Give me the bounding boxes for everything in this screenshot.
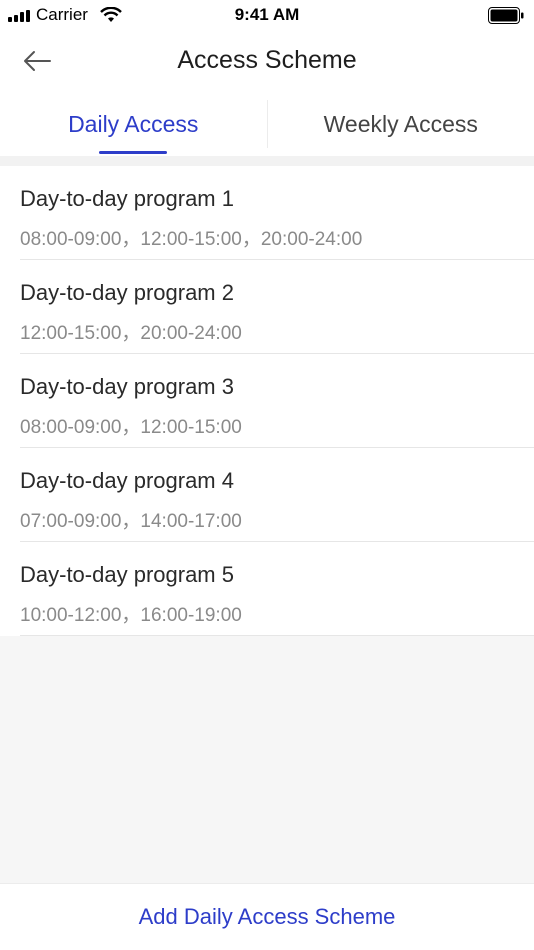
tab-daily-access[interactable]: Daily Access bbox=[0, 92, 267, 156]
program-title: Day-to-day program 1 bbox=[20, 186, 234, 211]
section-gap bbox=[0, 156, 534, 166]
list-item[interactable]: Day-to-day program 5 10:00-12:00，16:00-1… bbox=[20, 542, 534, 636]
program-title: Day-to-day program 3 bbox=[20, 374, 234, 399]
program-times: 12:00-15:00，20:00-24:00 bbox=[20, 323, 242, 344]
program-times: 07:00-09:00，14:00-17:00 bbox=[20, 511, 242, 532]
list-item[interactable]: Day-to-day program 4 07:00-09:00，14:00-1… bbox=[20, 448, 534, 542]
list-item[interactable]: Day-to-day program 1 08:00-09:00，12:00-1… bbox=[20, 166, 534, 260]
status-bar: Carrier 9:41 AM bbox=[0, 0, 534, 30]
status-time: 9:41 AM bbox=[234, 5, 300, 24]
program-times: 10:00-12:00，16:00-19:00 bbox=[20, 605, 242, 626]
battery-icon bbox=[488, 7, 524, 24]
tab-weekly-access[interactable]: Weekly Access bbox=[268, 92, 534, 156]
program-title: Day-to-day program 2 bbox=[20, 280, 234, 305]
list-item[interactable]: Day-to-day program 2 12:00-15:00，20:00-2… bbox=[20, 260, 534, 354]
program-list: Day-to-day program 1 08:00-09:00，12:00-1… bbox=[0, 166, 534, 636]
program-times: 08:00-09:00，12:00-15:00，20:00-24:00 bbox=[20, 229, 363, 250]
bottom-action-bar: Add Daily Access Scheme bbox=[0, 883, 534, 950]
program-title: Day-to-day program 4 bbox=[20, 468, 234, 493]
navigation-bar: Access Scheme bbox=[0, 30, 534, 92]
tab-bar: Daily Access Weekly Access bbox=[0, 92, 534, 156]
program-times: 08:00-09:00，12:00-15:00 bbox=[20, 417, 242, 438]
list-item[interactable]: Day-to-day program 3 08:00-09:00，12:00-1… bbox=[20, 354, 534, 448]
page-title: Access Scheme bbox=[177, 46, 357, 74]
add-daily-access-scheme-button[interactable]: Add Daily Access Scheme bbox=[139, 904, 396, 930]
program-title: Day-to-day program 5 bbox=[20, 562, 234, 587]
